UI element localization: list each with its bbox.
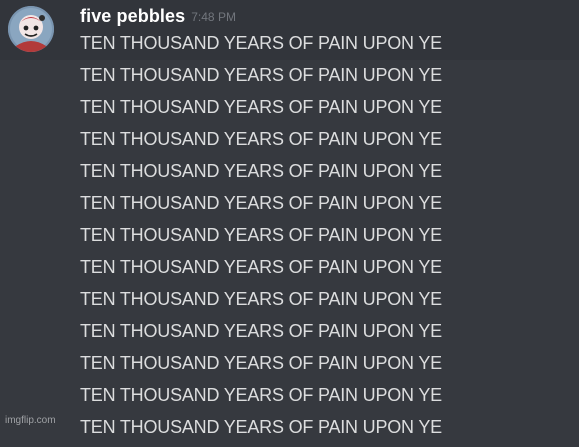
message-line: TEN THOUSAND YEARS OF PAIN UPON YE (80, 161, 442, 181)
message-header: five pebbles 7:48 PM (80, 6, 236, 28)
watermark: imgflip.com (5, 415, 56, 426)
message-line: TEN THOUSAND YEARS OF PAIN UPON YE (80, 321, 442, 341)
message-line: TEN THOUSAND YEARS OF PAIN UPON YE (80, 289, 442, 309)
message-line: TEN THOUSAND YEARS OF PAIN UPON YE (80, 257, 442, 277)
message-line: TEN THOUSAND YEARS OF PAIN UPON YE (80, 33, 442, 53)
message-line: TEN THOUSAND YEARS OF PAIN UPON YE (80, 129, 442, 149)
author-name[interactable]: five pebbles (80, 6, 185, 26)
message-line: TEN THOUSAND YEARS OF PAIN UPON YE (80, 225, 442, 245)
message-line: TEN THOUSAND YEARS OF PAIN UPON YE (80, 65, 442, 85)
message-group: five pebbles 7:48 PM TEN THOUSAND YEARS O… (0, 0, 579, 437)
message-line: TEN THOUSAND YEARS OF PAIN UPON YE (80, 353, 442, 373)
character-avatar-icon (8, 6, 54, 52)
message-line: TEN THOUSAND YEARS OF PAIN UPON YE (80, 385, 442, 405)
message-line: TEN THOUSAND YEARS OF PAIN UPON YE (80, 417, 442, 437)
message-timestamp[interactable]: 7:48 PM (191, 10, 236, 24)
message-line: TEN THOUSAND YEARS OF PAIN UPON YE (80, 193, 442, 213)
avatar[interactable] (8, 6, 54, 52)
message-line: TEN THOUSAND YEARS OF PAIN UPON YE (80, 97, 442, 117)
message-lines: TEN THOUSAND YEARS OF PAIN UPON YE TEN TH… (80, 31, 442, 447)
